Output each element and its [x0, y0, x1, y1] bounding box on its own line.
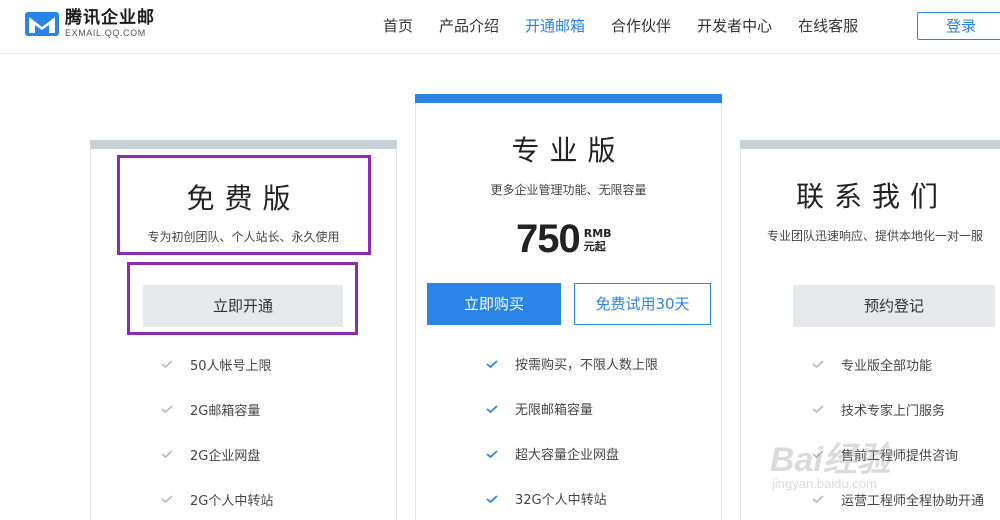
top-header: 腾讯企业邮 EXMAIL.QQ.COM 首页 产品介绍 开通邮箱 合作伙伴 开发…	[0, 0, 1000, 54]
check-icon	[161, 405, 173, 413]
nav-online-support[interactable]: 在线客服	[798, 15, 858, 36]
card-top-bar	[415, 94, 722, 103]
feature-item: 32G个人中转站	[515, 493, 607, 508]
login-button[interactable]: 登录	[917, 12, 1000, 40]
logo-title: 腾讯企业邮	[65, 8, 155, 28]
card-top-bar	[740, 140, 1000, 149]
feature-item: 技术专家上门服务	[841, 404, 946, 419]
main-nav: 首页 产品介绍 开通邮箱 合作伙伴 开发者中心 在线客服	[370, 0, 871, 50]
check-icon	[486, 495, 498, 503]
free-trial-button[interactable]: 免费试用30天	[574, 283, 711, 325]
annotation-box-button	[127, 262, 358, 335]
annotation-box-title	[117, 155, 371, 255]
logo-subtitle: EXMAIL.QQ.COM	[65, 28, 146, 38]
feature-item: 2G企业网盘	[190, 449, 261, 464]
price-value: 750	[516, 217, 581, 261]
feature-item: 50人帐号上限	[190, 359, 272, 374]
feature-item: 按需购买，不限人数上限	[515, 358, 659, 373]
check-icon	[812, 405, 824, 413]
feature-item: 无限邮箱容量	[515, 403, 594, 418]
feature-item: 专业版全部功能	[841, 359, 933, 374]
page: 腾讯企业邮 EXMAIL.QQ.COM 首页 产品介绍 开通邮箱 合作伙伴 开发…	[0, 0, 1000, 520]
watermark-brand: Bai经验	[770, 441, 891, 479]
check-icon	[812, 360, 824, 368]
plan-desc-pro: 更多企业管理功能、无限容量	[490, 183, 647, 197]
check-icon	[161, 360, 173, 368]
plan-title-contact: 联系我们	[795, 180, 948, 213]
nav-open-mailbox[interactable]: 开通邮箱	[525, 15, 585, 36]
check-icon	[486, 360, 498, 368]
nav-products[interactable]: 产品介绍	[439, 15, 499, 36]
price: 750 RMB 元起	[516, 217, 612, 262]
check-icon	[161, 495, 173, 503]
price-currency: RMB	[583, 226, 612, 240]
plan-card-pro: 专业版 更多企业管理功能、无限容量 750 RMB 元起 立即购买 免费试用30…	[415, 94, 722, 520]
buy-now-button[interactable]: 立即购买	[427, 283, 561, 325]
check-icon	[486, 450, 498, 458]
nav-developer-center[interactable]: 开发者中心	[697, 15, 772, 36]
nav-partners[interactable]: 合作伙伴	[611, 15, 671, 36]
nav-home[interactable]: 首页	[383, 15, 413, 36]
card-top-bar	[90, 140, 397, 149]
baidu-jingyan-watermark: Bai经验 jingyan.baidu.com	[770, 418, 1000, 518]
book-register-button[interactable]: 预约登记	[793, 285, 995, 327]
plan-desc-contact: 专业团队迅速响应、提供本地化一对一服	[767, 229, 984, 243]
plan-title-pro: 专业版	[511, 134, 626, 167]
exmail-logo-icon	[25, 9, 59, 39]
feature-item: 超大容量企业网盘	[515, 448, 620, 463]
check-icon	[486, 405, 498, 413]
price-unit: 元起	[583, 239, 606, 253]
feature-item: 2G个人中转站	[190, 494, 274, 509]
logo[interactable]: 腾讯企业邮 EXMAIL.QQ.COM	[25, 9, 155, 39]
watermark-url: jingyan.baidu.com	[772, 476, 877, 491]
check-icon	[161, 450, 173, 458]
feature-item: 2G邮箱容量	[190, 404, 261, 419]
